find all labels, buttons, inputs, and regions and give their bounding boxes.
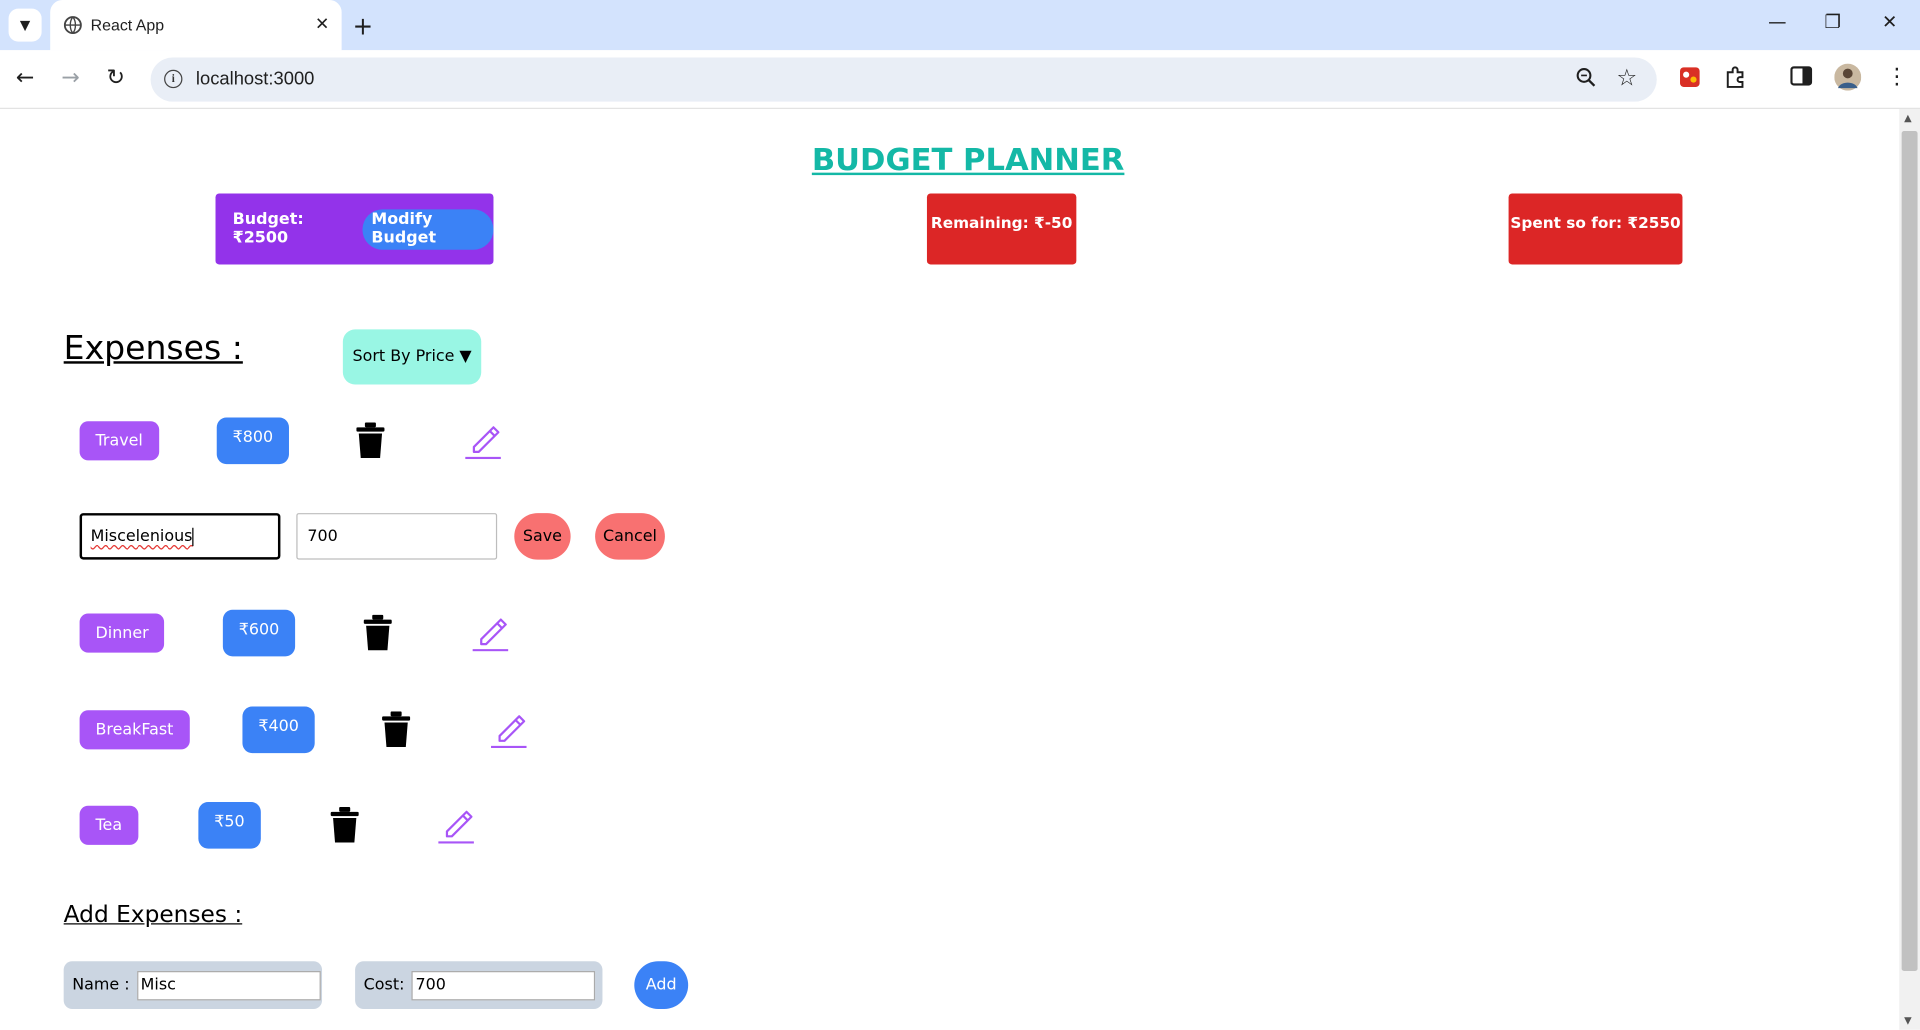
name-field-group: Name : Misc: [63, 961, 323, 1009]
globe-icon: [62, 15, 82, 35]
expense-name: Tea: [79, 805, 139, 845]
tab-title: React App: [90, 15, 165, 35]
browser-tab[interactable]: React App ✕: [50, 0, 342, 51]
tab-search-chevron-icon[interactable]: ▼: [8, 8, 42, 42]
expense-price: ₹50: [198, 802, 261, 849]
save-button[interactable]: Save: [514, 513, 571, 560]
minimize-icon[interactable]: —: [1768, 11, 1786, 33]
edit-pencil-icon[interactable]: [471, 612, 509, 656]
expenses-heading: Expenses :: [63, 329, 243, 368]
add-button[interactable]: Add: [634, 961, 689, 1009]
scroll-down-icon[interactable]: ▼: [1904, 1015, 1912, 1026]
forward-icon[interactable]: →: [61, 65, 79, 91]
budget-card: Budget: ₹2500 Modify Budget: [215, 193, 494, 265]
app-page: BUDGET PLANNER Budget: ₹2500 Modify Budg…: [0, 108, 1900, 1030]
site-info-icon[interactable]: i: [164, 69, 183, 89]
page-title: BUDGET PLANNER: [811, 142, 1125, 178]
cost-label: Cost:: [363, 975, 405, 995]
profile-avatar[interactable]: [1834, 63, 1862, 96]
expense-name: Travel: [79, 421, 159, 461]
expense-price: ₹400: [242, 706, 315, 754]
edit-pencil-icon[interactable]: [490, 709, 528, 753]
name-input[interactable]: Misc: [136, 970, 321, 1000]
add-expenses-heading: Add Expenses :: [63, 901, 243, 929]
edit-cost-input[interactable]: 700: [296, 513, 498, 560]
spent-card: Spent so for: ₹2550: [1508, 193, 1683, 265]
remaining-card: Remaining: ₹-50: [926, 193, 1077, 265]
window-close-icon[interactable]: ✕: [1882, 11, 1897, 33]
extensions-puzzle-icon[interactable]: [1724, 66, 1746, 93]
zoom-icon[interactable]: [1576, 67, 1597, 94]
text-cursor: [192, 527, 194, 546]
tab-close-icon[interactable]: ✕: [315, 15, 329, 35]
scroll-up-icon[interactable]: ▲: [1904, 113, 1912, 124]
cost-field-group: Cost: 700: [355, 961, 603, 1009]
trash-icon[interactable]: [356, 422, 385, 464]
browser-tab-bar: ▼ React App ✕ + — ❐ ✕: [0, 0, 1920, 51]
back-icon[interactable]: ←: [16, 65, 34, 91]
reload-icon[interactable]: ↻: [107, 65, 125, 91]
modify-budget-button[interactable]: Modify Budget: [362, 208, 494, 250]
trash-icon[interactable]: [363, 614, 392, 657]
sort-by-price-button[interactable]: Sort By Price ▼: [342, 329, 482, 385]
extension-app-icon[interactable]: [1679, 66, 1701, 93]
sort-label: Sort By Price: [352, 347, 455, 367]
edit-name-value: Miscelenious: [90, 527, 193, 546]
caret-down-icon: ▼: [459, 347, 472, 367]
expense-price: ₹800: [216, 417, 290, 465]
browser-toolbar: ← → ↻ i localhost:3000 ☆ ⋮: [0, 50, 1920, 109]
edit-name-input[interactable]: Miscelenious: [79, 513, 281, 560]
trash-icon[interactable]: [330, 806, 359, 849]
trash-icon[interactable]: [382, 711, 411, 753]
edit-pencil-icon[interactable]: [464, 420, 502, 464]
edit-pencil-icon[interactable]: [437, 804, 475, 848]
bookmark-star-icon[interactable]: ☆: [1616, 65, 1637, 92]
restore-icon[interactable]: ❐: [1825, 11, 1841, 33]
menu-kebab-icon[interactable]: ⋮: [1886, 64, 1908, 90]
name-label: Name :: [72, 975, 130, 995]
scrollbar-thumb[interactable]: [1901, 131, 1918, 972]
new-tab-icon[interactable]: +: [353, 11, 374, 40]
expense-name: BreakFast: [79, 710, 190, 750]
url-text[interactable]: localhost:3000: [196, 69, 314, 90]
cost-input[interactable]: 700: [411, 970, 596, 1000]
side-panel-icon[interactable]: [1790, 66, 1813, 90]
expense-price: ₹600: [222, 609, 296, 657]
expense-edit-row: Miscelenious 700 Save Cancel: [0, 512, 735, 561]
budget-label: Budget: ₹2500: [232, 210, 304, 248]
expense-name: Dinner: [79, 613, 165, 653]
page-scrollbar[interactable]: ▲ ▼: [1899, 108, 1920, 1030]
cancel-button[interactable]: Cancel: [595, 513, 665, 560]
address-bar[interactable]: i localhost:3000 ☆: [150, 57, 1657, 102]
